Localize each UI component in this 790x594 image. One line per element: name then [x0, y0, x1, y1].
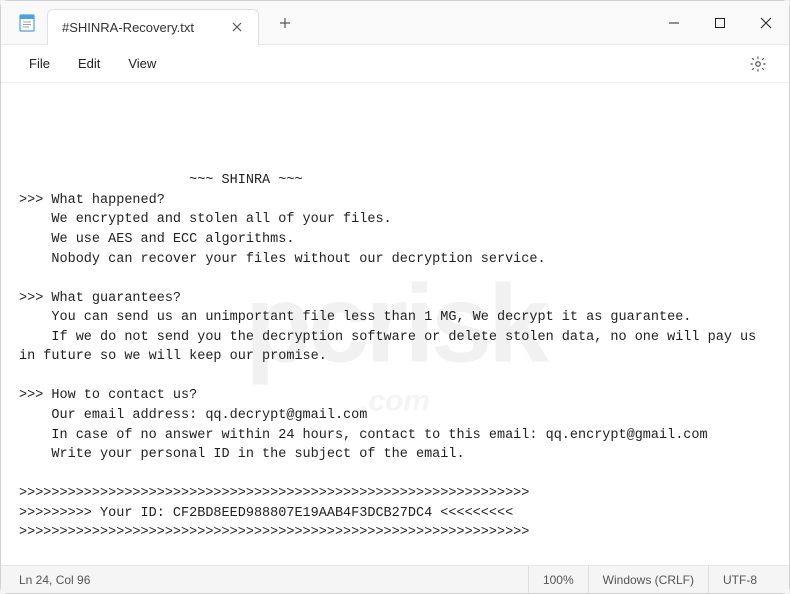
close-window-button[interactable] [743, 1, 789, 44]
notepad-app-icon [17, 13, 37, 33]
status-encoding[interactable]: UTF-8 [708, 566, 771, 593]
text-editor-area[interactable]: pcrisk .com ~~~ SHINRA ~~~ >>> What happ… [1, 83, 789, 565]
status-zoom[interactable]: 100% [528, 566, 588, 593]
status-position[interactable]: Ln 24, Col 96 [19, 566, 104, 593]
tab-active[interactable]: #SHINRA-Recovery.txt [47, 9, 259, 45]
document-content: ~~~ SHINRA ~~~ >>> What happened? We enc… [19, 171, 771, 565]
menu-file[interactable]: File [17, 50, 62, 77]
window-controls [651, 1, 789, 44]
close-tab-icon[interactable] [230, 20, 244, 34]
titlebar: #SHINRA-Recovery.txt [1, 1, 789, 45]
minimize-button[interactable] [651, 1, 697, 44]
maximize-button[interactable] [697, 1, 743, 44]
status-line-ending[interactable]: Windows (CRLF) [588, 566, 708, 593]
menu-edit[interactable]: Edit [66, 50, 112, 77]
menubar: File Edit View [1, 45, 789, 83]
statusbar: Ln 24, Col 96 100% Windows (CRLF) UTF-8 [1, 565, 789, 593]
settings-button[interactable] [743, 49, 773, 79]
new-tab-button[interactable] [269, 7, 301, 39]
tab-title: #SHINRA-Recovery.txt [62, 20, 194, 35]
menu-view[interactable]: View [116, 50, 168, 77]
notepad-window: #SHINRA-Recovery.txt File Edit View [0, 0, 790, 594]
